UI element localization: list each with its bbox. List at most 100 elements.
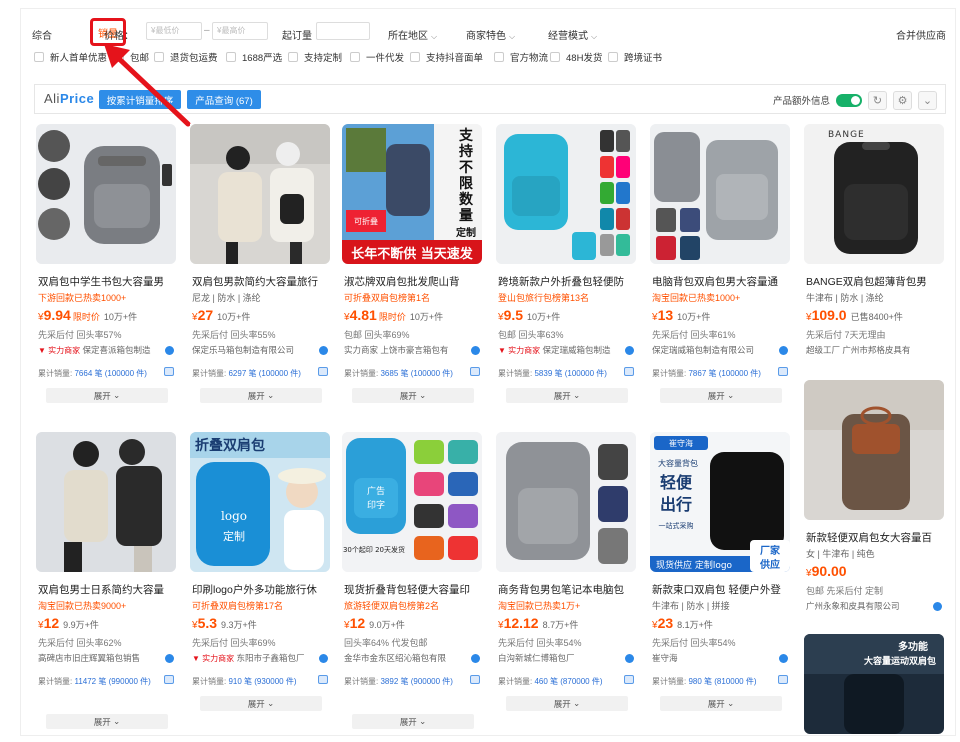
shop-name[interactable]: ▼ 实力商家 保定喜派箱包制造 <box>38 344 176 356</box>
wangwang-icon[interactable] <box>625 654 634 663</box>
product-card[interactable]: 新款轻便双肩包女大容量百 女 | 牛津布 | 纯色 ¥90.00 包邮 先采后付… <box>804 380 944 620</box>
product-title[interactable]: 印刷logo户外多功能旅行休 <box>192 582 330 597</box>
checkbox[interactable] <box>550 52 560 62</box>
chevron-down-icon[interactable]: ⌄ <box>918 90 937 110</box>
product-image[interactable] <box>650 124 790 264</box>
shop-name[interactable]: 崔守海 <box>652 652 790 664</box>
shop-name[interactable]: 保定瑞威箱包制造有限公司 <box>652 344 790 356</box>
gear-icon[interactable]: ⚙ <box>893 90 912 110</box>
wangwang-icon[interactable] <box>165 654 174 663</box>
checkbox[interactable] <box>288 52 298 62</box>
product-title[interactable]: 双肩包男款简约大容量旅行 <box>192 274 330 289</box>
expand-button[interactable]: 展开 ⌄ <box>46 714 168 729</box>
expand-button[interactable]: 展开 ⌄ <box>352 714 474 729</box>
sort-comprehensive[interactable]: 综合 <box>32 27 52 42</box>
product-card[interactable]: 商务背包男包笔记本电脑包 淘宝回款已热卖1万+ ¥12.12 8.7万+件 先采后… <box>496 432 636 732</box>
chart-icon[interactable] <box>470 675 480 684</box>
filter-1688-select[interactable]: 1688严选 <box>226 50 282 64</box>
checkbox[interactable] <box>608 52 618 62</box>
product-title[interactable]: BANGE双肩包超薄背包男 <box>806 274 944 289</box>
checkbox[interactable] <box>410 52 420 62</box>
product-card[interactable]: BANGE BANGE双肩包超薄背包男 牛津布 | 防水 | 涤纶 ¥109.0… <box>804 124 944 374</box>
merge-suppliers-link[interactable]: 合并供应商 <box>896 27 946 42</box>
expand-button[interactable]: 展开 ⌄ <box>200 696 322 711</box>
shop-name[interactable]: 金华市金东区绍沁箱包有限 <box>344 652 482 664</box>
expand-button[interactable]: 展开 ⌄ <box>46 388 168 403</box>
wangwang-icon[interactable] <box>319 346 328 355</box>
filter-48h[interactable]: 48H发货 <box>550 50 602 64</box>
filter-douyin[interactable]: 支持抖音面单 <box>410 50 483 64</box>
shop-name[interactable]: 白沟新城仁博箱包厂 <box>498 652 636 664</box>
refresh-icon[interactable]: ↻ <box>868 90 887 110</box>
product-image[interactable]: 折叠双肩包 logo 定制 <box>190 432 330 572</box>
expand-button[interactable]: 展开 ⌄ <box>660 388 782 403</box>
filter-new-user[interactable]: 新人首单优惠 <box>34 50 107 64</box>
shop-name[interactable]: 广州永象和皮具有限公司 <box>806 600 944 612</box>
price-min-input[interactable]: ¥最低价 <box>146 22 202 40</box>
wangwang-icon[interactable] <box>319 654 328 663</box>
filter-cross-border[interactable]: 跨境证书 <box>608 50 662 64</box>
chart-icon[interactable] <box>164 367 174 376</box>
product-query-button[interactable]: 产品查询 (67) <box>187 90 261 109</box>
product-title[interactable]: 淑芯牌双肩包批发爬山背 <box>344 274 482 289</box>
chart-icon[interactable] <box>318 367 328 376</box>
checkbox[interactable] <box>494 52 504 62</box>
product-image[interactable]: 崔守海 大容量背包 轻便 出行 一站式采购 现货供应 定制logo 厂家 供应 <box>650 432 790 572</box>
product-image[interactable] <box>36 124 176 264</box>
expand-button[interactable]: 展开 ⌄ <box>352 388 474 403</box>
wangwang-icon[interactable] <box>933 602 942 611</box>
product-card[interactable]: 双肩包男款简约大容量旅行 尼龙 | 防水 | 涤纶 ¥27 10万+件 先采后付 … <box>190 124 330 414</box>
filter-official-logistics[interactable]: 官方物流 <box>494 50 548 64</box>
shop-name[interactable]: 实力商家 上饶市豪言箱包有 <box>344 344 482 356</box>
filter-custom[interactable]: 支持定制 <box>288 50 342 64</box>
chart-icon[interactable] <box>470 367 480 376</box>
product-card[interactable]: 双肩包男士日系简约大容量 淘宝回款已热卖9000+ ¥12 9.9万+件 先采后付… <box>36 432 176 732</box>
product-title[interactable]: 新款束口双肩包 轻便户外登 <box>652 582 790 597</box>
shop-name[interactable]: ▼ 实力商家 东阳市子鑫箱包厂 <box>192 652 330 664</box>
product-title[interactable]: 现货折叠背包轻便大容量印 <box>344 582 482 597</box>
filter-dropship[interactable]: 一件代发 <box>350 50 404 64</box>
wangwang-icon[interactable] <box>165 346 174 355</box>
expand-button[interactable]: 展开 ⌄ <box>506 388 628 403</box>
product-image[interactable] <box>804 380 944 520</box>
chart-icon[interactable] <box>318 675 328 684</box>
product-card[interactable]: 广告 印字 30个起印 20天发货 现货折叠背包轻便大容量印 旅游轻便双肩包榜第… <box>342 432 482 732</box>
business-dropdown[interactable]: 经营模式 ⌵ <box>548 27 597 42</box>
product-title[interactable]: 电脑背包双肩包男大容量通 <box>652 274 790 289</box>
product-image[interactable]: 广告 印字 30个起印 20天发货 <box>342 432 482 572</box>
product-card[interactable]: 多功能 大容量运动双肩包 <box>804 634 944 734</box>
product-card[interactable]: 崔守海 大容量背包 轻便 出行 一站式采购 现货供应 定制logo 厂家 供应 … <box>650 432 790 732</box>
product-image[interactable]: 多功能 大容量运动双肩包 <box>804 634 944 734</box>
product-card[interactable]: 双肩包中学生书包大容量男 下游回款已热卖1000+ ¥9.94 限时价 10万+件 … <box>36 124 176 414</box>
shop-name[interactable]: 保定乐马箱包制造有限公司 <box>192 344 330 356</box>
price-max-input[interactable]: ¥最高价 <box>212 22 268 40</box>
chart-icon[interactable] <box>778 367 788 376</box>
product-card[interactable]: 支 持 不 限 数 量 定制 长年不断供 当天速发 可折叠 淑芯牌双肩包批发爬山… <box>342 124 482 414</box>
product-card[interactable]: 折叠双肩包 logo 定制 印刷logo户外多功能旅行休 可折叠双肩包榜第17名… <box>190 432 330 732</box>
product-card[interactable]: 跨境新款户外折叠包轻便防 登山包旅行包榜第13名 ¥9.5 10万+件 包邮 回头… <box>496 124 636 414</box>
product-image[interactable] <box>190 124 330 264</box>
shop-name[interactable]: 高碑店市旧庄辉翼箱包销售 <box>38 652 176 664</box>
product-image[interactable] <box>496 124 636 264</box>
shop-name[interactable]: 超级工厂 广州市邦格皮具有 <box>806 344 944 356</box>
merchant-dropdown[interactable]: 商家特色 ⌵ <box>466 27 515 42</box>
region-dropdown[interactable]: 所在地区 ⌵ <box>388 27 437 42</box>
checkbox[interactable] <box>350 52 360 62</box>
product-title[interactable]: 商务背包男包笔记本电脑包 <box>498 582 636 597</box>
wangwang-icon[interactable] <box>471 654 480 663</box>
product-title[interactable]: 新款轻便双肩包女大容量百 <box>806 530 944 545</box>
chart-icon[interactable] <box>778 675 788 684</box>
product-image[interactable] <box>36 432 176 572</box>
product-card[interactable]: 电脑背包双肩包男大容量通 淘宝回款已热卖1000+ ¥13 10万+件 先采后付 … <box>650 124 790 414</box>
expand-button[interactable]: 展开 ⌄ <box>200 388 322 403</box>
wangwang-icon[interactable] <box>779 654 788 663</box>
product-image[interactable]: BANGE <box>804 124 944 264</box>
product-image[interactable] <box>496 432 636 572</box>
product-title[interactable]: 跨境新款户外折叠包轻便防 <box>498 274 636 289</box>
chart-icon[interactable] <box>164 675 174 684</box>
wangwang-icon[interactable] <box>471 346 480 355</box>
shop-name[interactable]: ▼ 实力商家 保定瑞威箱包制造 <box>498 344 636 356</box>
chart-icon[interactable] <box>624 367 634 376</box>
product-image[interactable]: 支 持 不 限 数 量 定制 长年不断供 当天速发 可折叠 <box>342 124 482 264</box>
product-title[interactable]: 双肩包男士日系简约大容量 <box>38 582 176 597</box>
